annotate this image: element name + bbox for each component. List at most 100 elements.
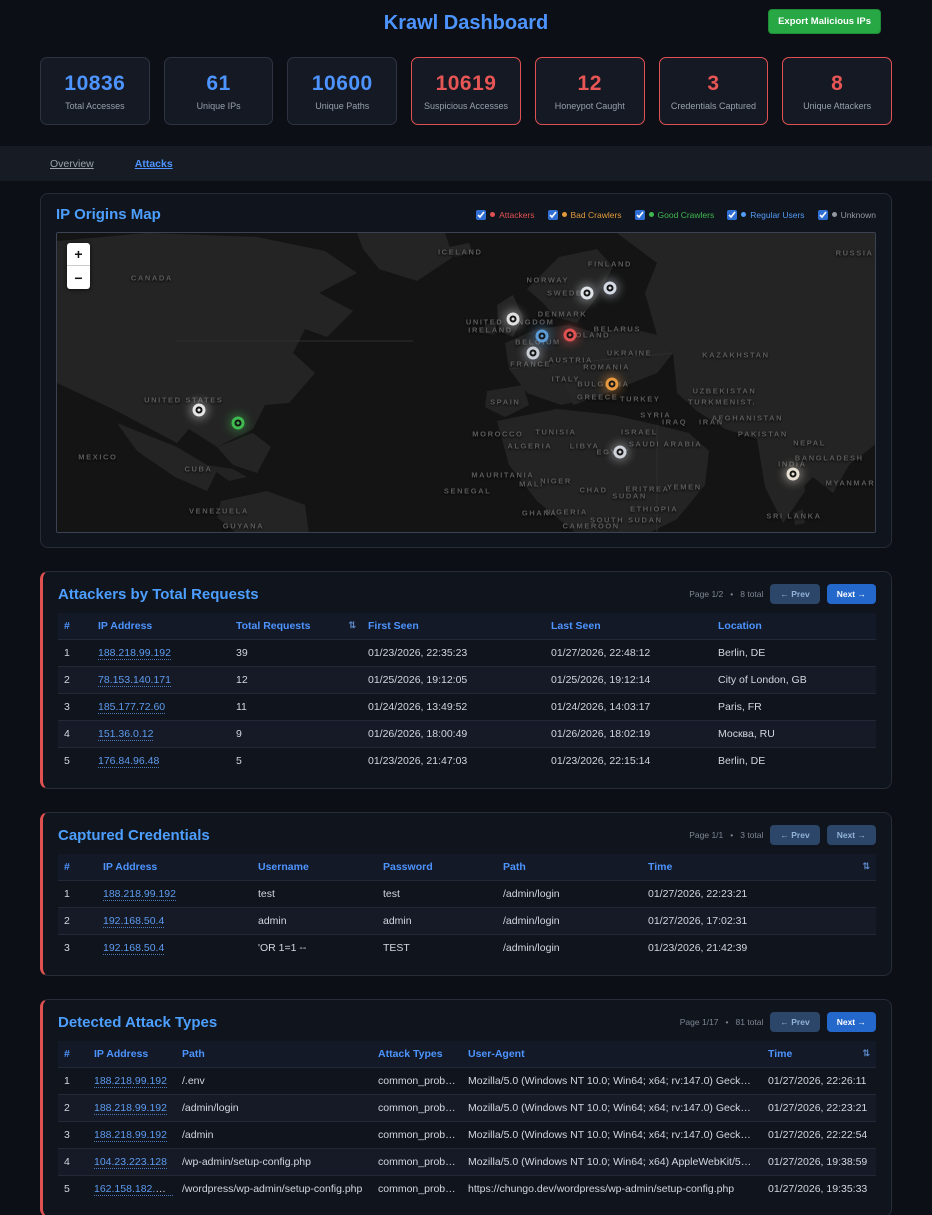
table-row: 2192.168.50.4adminadmin/admin/login01/27… (58, 908, 876, 935)
cell-num: 3 (58, 935, 97, 962)
sort-icon[interactable]: ⇅ (862, 861, 870, 872)
legend-checkbox-unknown[interactable] (818, 210, 828, 220)
col-header-time[interactable]: Time⇅ (642, 854, 876, 881)
map-country-label: NORWAY (527, 275, 570, 284)
ip-link[interactable]: 176.84.96.48 (98, 755, 159, 768)
cell-password: admin (377, 908, 497, 935)
cell-location: Berlin, DE (712, 748, 876, 775)
col-header-total-requests[interactable]: Total Requests⇅ (230, 613, 362, 640)
map-country-label: NIGER (540, 477, 572, 486)
tab-attacks[interactable]: Attacks (135, 158, 173, 170)
map-marker-unknown[interactable] (603, 281, 616, 294)
map-country-label: ISRAEL (621, 427, 658, 436)
map-country-label: MAURITANIA (471, 471, 534, 480)
cell-ip: 185.177.72.60 (92, 694, 230, 721)
attack-types-panel: Detected Attack Types Page 1/17 • 81 tot… (40, 999, 892, 1215)
ip-link[interactable]: 188.218.99.192 (103, 888, 176, 901)
legend-checkbox-bad-crawlers[interactable] (548, 210, 558, 220)
cell-path: /admin/login (497, 935, 642, 962)
col-header-time[interactable]: Time⇅ (762, 1041, 876, 1068)
ip-link[interactable]: 188.218.99.192 (94, 1075, 167, 1088)
next-page-button[interactable]: Next → (827, 1012, 876, 1032)
col-header-last-seen[interactable]: Last Seen (545, 613, 712, 640)
map-country-label: CAMEROON (562, 522, 619, 531)
stat-value: 12 (578, 72, 602, 96)
ip-link[interactable]: 192.168.50.4 (103, 915, 164, 928)
ip-link[interactable]: 104.23.223.128 (94, 1156, 167, 1169)
legend-checkbox-good-crawlers[interactable] (635, 210, 645, 220)
col-header-ip[interactable]: IP Address (97, 854, 252, 881)
col-header-user-agent[interactable]: User-Agent (462, 1041, 762, 1068)
next-page-button[interactable]: Next → (827, 825, 876, 845)
table-row: 3192.168.50.4'OR 1=1 --TEST/admin/login0… (58, 935, 876, 962)
map-marker-bad-crawler[interactable] (605, 377, 618, 390)
cell-num: 2 (58, 667, 92, 694)
prev-page-button[interactable]: ← Prev (770, 1012, 819, 1032)
map-marker-unknown[interactable] (581, 286, 594, 299)
map-marker-regular-user[interactable] (536, 330, 549, 343)
col-header-num[interactable]: # (58, 613, 92, 640)
col-header-first-seen[interactable]: First Seen (362, 613, 545, 640)
cell-path: /.env (176, 1068, 372, 1095)
col-header-path[interactable]: Path (497, 854, 642, 881)
total-count: 8 total (740, 589, 763, 599)
cell-num: 3 (58, 694, 92, 721)
map-country-label: SYRIA (640, 410, 671, 419)
map-marker-good-crawler[interactable] (231, 416, 244, 429)
ip-link[interactable]: 188.218.99.192 (98, 647, 171, 660)
cell-first-seen: 01/23/2026, 22:35:23 (362, 640, 545, 667)
ip-link[interactable]: 78.153.140.171 (98, 674, 171, 687)
ip-link[interactable]: 188.218.99.192 (94, 1129, 167, 1142)
map-country-label: ERITREA (626, 485, 670, 494)
col-header-password[interactable]: Password (377, 854, 497, 881)
zoom-in-button[interactable]: + (67, 243, 90, 266)
col-header-attack-types[interactable]: Attack Types (372, 1041, 462, 1068)
marker-center-dot (511, 317, 514, 320)
prev-page-button[interactable]: ← Prev (770, 825, 819, 845)
map-country-label: UZBEKISTAN (693, 386, 757, 395)
next-page-button[interactable]: Next → (827, 584, 876, 604)
cell-ip: 78.153.140.171 (92, 667, 230, 694)
col-header-num[interactable]: # (58, 1041, 88, 1068)
map-marker-unknown[interactable] (613, 446, 626, 459)
bullet: • (730, 589, 733, 599)
world-map[interactable]: CANADAUNITED STATESMEXICOCUBAVENEZUELAGU… (56, 232, 876, 533)
col-header-num[interactable]: # (58, 854, 97, 881)
cell-time: 01/27/2026, 22:26:11 (762, 1068, 876, 1095)
legend-checkbox-regular-users[interactable] (727, 210, 737, 220)
tab-overview[interactable]: Overview (50, 158, 94, 170)
cell-ip: 188.218.99.192 (88, 1122, 176, 1149)
col-header-ip[interactable]: IP Address (92, 613, 230, 640)
ip-link[interactable]: 185.177.72.60 (98, 701, 165, 714)
sort-icon[interactable]: ⇅ (348, 620, 356, 631)
ip-link[interactable]: 151.36.0.12 (98, 728, 153, 741)
map-marker-unknown[interactable] (527, 347, 540, 360)
ip-link[interactable]: 192.168.50.4 (103, 942, 164, 955)
sort-icon[interactable]: ⇅ (862, 1048, 870, 1059)
stat-value: 10836 (64, 72, 125, 96)
bad-crawler-dot-icon (562, 212, 567, 217)
ip-link[interactable]: 188.218.99.192 (94, 1102, 167, 1115)
col-header-path[interactable]: Path (176, 1041, 372, 1068)
stat-card-total-accesses: 10836 Total Accesses (40, 57, 150, 125)
map-marker-attacker[interactable] (563, 329, 576, 342)
map-marker-unknown[interactable] (787, 468, 800, 481)
legend-checkbox-attackers[interactable] (476, 210, 486, 220)
cell-ip: 188.218.99.192 (88, 1095, 176, 1122)
map-marker-unknown[interactable] (192, 403, 205, 416)
stat-value: 8 (831, 72, 843, 96)
col-header-username[interactable]: Username (252, 854, 377, 881)
zoom-out-button[interactable]: − (67, 266, 90, 289)
prev-page-button[interactable]: ← Prev (770, 584, 819, 604)
col-header-ip[interactable]: IP Address (88, 1041, 176, 1068)
table-row: 3188.218.99.192/admincommon_probesMozill… (58, 1122, 876, 1149)
map-marker-unknown[interactable] (506, 312, 519, 325)
cell-num: 4 (58, 721, 92, 748)
cell-attack-types: common_probes (372, 1122, 462, 1149)
marker-center-dot (197, 408, 200, 411)
col-header-location[interactable]: Location (712, 613, 876, 640)
export-malicious-ips-button[interactable]: Export Malicious IPs (768, 9, 881, 34)
ip-link[interactable]: 162.158.182.104 (94, 1183, 173, 1196)
cell-path: /admin (176, 1122, 372, 1149)
attackers-pagination: Page 1/2 • 8 total ← Prev Next → (689, 584, 876, 604)
